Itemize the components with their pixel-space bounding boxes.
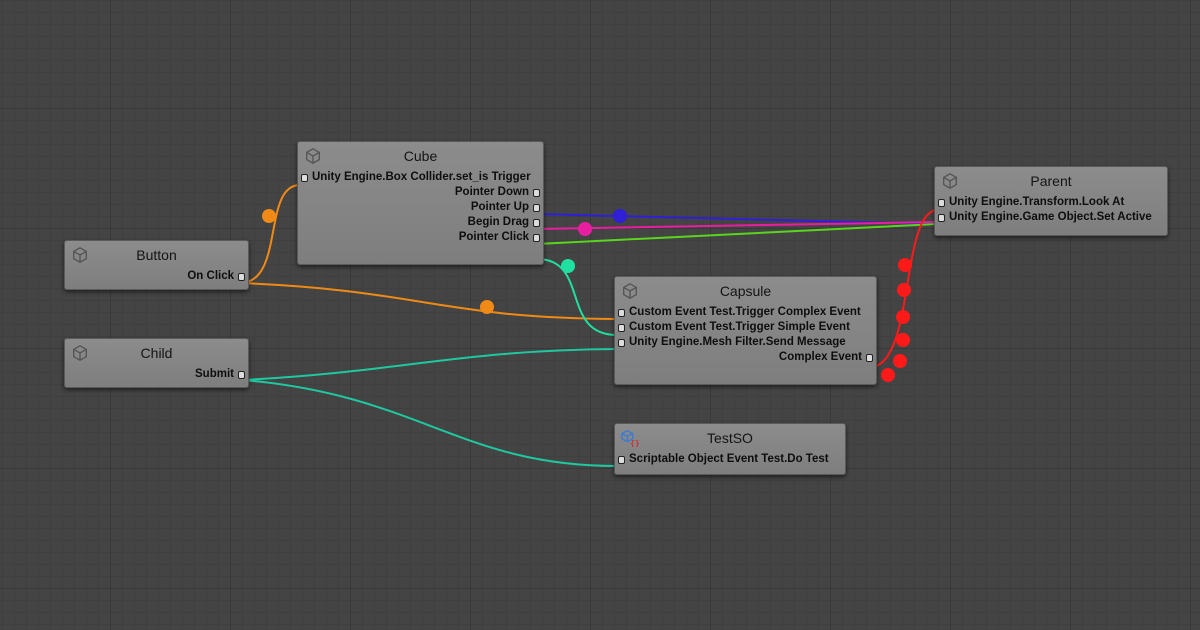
cube-icon	[73, 247, 87, 263]
output-port[interactable]	[533, 234, 540, 242]
node-cube[interactable]: Cube Unity Engine.Box Collider.set_is Tr…	[297, 141, 544, 265]
node-button-header[interactable]: Button	[65, 241, 248, 269]
node-testso-header[interactable]: {} TestSO	[615, 424, 845, 452]
input-port[interactable]	[618, 309, 625, 317]
input-port[interactable]	[618, 339, 625, 347]
scriptable-object-icon: {}	[621, 430, 639, 447]
input-port[interactable]	[301, 174, 308, 182]
node-capsule[interactable]: Capsule Custom Event Test.Trigger Comple…	[614, 276, 877, 385]
cube-input-box-collider[interactable]: Unity Engine.Box Collider.set_is Trigger	[298, 170, 543, 185]
cube-icon	[623, 283, 637, 299]
cube-output-pointer-down[interactable]: Pointer Down	[298, 185, 543, 200]
output-port[interactable]	[533, 189, 540, 197]
node-capsule-header[interactable]: Capsule	[615, 277, 876, 305]
node-child-header[interactable]: Child	[65, 339, 248, 367]
capsule-input-trigger-complex[interactable]: Custom Event Test.Trigger Complex Event	[615, 305, 876, 320]
node-cube-title: Cube	[403, 148, 438, 164]
output-port[interactable]	[866, 354, 873, 362]
node-button-title: Button	[136, 247, 177, 263]
output-port[interactable]	[238, 273, 245, 281]
cube-output-pointer-up[interactable]: Pointer Up	[298, 200, 543, 215]
button-output-on-click[interactable]: On Click	[65, 269, 248, 284]
testso-input-do-test[interactable]: Scriptable Object Event Test.Do Test	[615, 452, 845, 467]
svg-text:{}: {}	[630, 438, 639, 447]
cube-icon	[943, 173, 957, 189]
capsule-input-trigger-simple[interactable]: Custom Event Test.Trigger Simple Event	[615, 320, 876, 335]
parent-input-look-at[interactable]: Unity Engine.Transform.Look At	[935, 195, 1167, 210]
parent-input-set-active[interactable]: Unity Engine.Game Object.Set Active	[935, 210, 1167, 225]
capsule-input-send-message[interactable]: Unity Engine.Mesh Filter.Send Message	[615, 335, 876, 350]
capsule-output-complex-event[interactable]: Complex Event	[615, 350, 876, 365]
child-output-submit[interactable]: Submit	[65, 367, 248, 382]
output-port[interactable]	[533, 204, 540, 212]
node-testso-title: TestSO	[707, 430, 753, 446]
cube-icon	[73, 345, 87, 361]
node-parent-header[interactable]: Parent	[935, 167, 1167, 195]
node-child[interactable]: Child Submit	[64, 338, 249, 388]
output-port[interactable]	[238, 371, 245, 379]
node-parent[interactable]: Parent Unity Engine.Transform.Look At Un…	[934, 166, 1168, 236]
node-capsule-title: Capsule	[719, 283, 772, 299]
input-port[interactable]	[938, 214, 945, 222]
node-parent-title: Parent	[1030, 173, 1072, 189]
input-port[interactable]	[618, 324, 625, 332]
node-button[interactable]: Button On Click	[64, 240, 249, 290]
cube-icon	[306, 148, 320, 164]
cube-output-begin-drag[interactable]: Begin Drag	[298, 215, 543, 230]
node-child-title: Child	[140, 345, 173, 361]
input-port[interactable]	[938, 199, 945, 207]
node-testso[interactable]: {} TestSO Scriptable Object Event Test.D…	[614, 423, 846, 475]
cube-output-pointer-click[interactable]: Pointer Click	[298, 230, 543, 245]
input-port[interactable]	[618, 456, 625, 464]
output-port[interactable]	[533, 219, 540, 227]
node-cube-header[interactable]: Cube	[298, 142, 543, 170]
graph-canvas[interactable]	[0, 0, 1200, 630]
